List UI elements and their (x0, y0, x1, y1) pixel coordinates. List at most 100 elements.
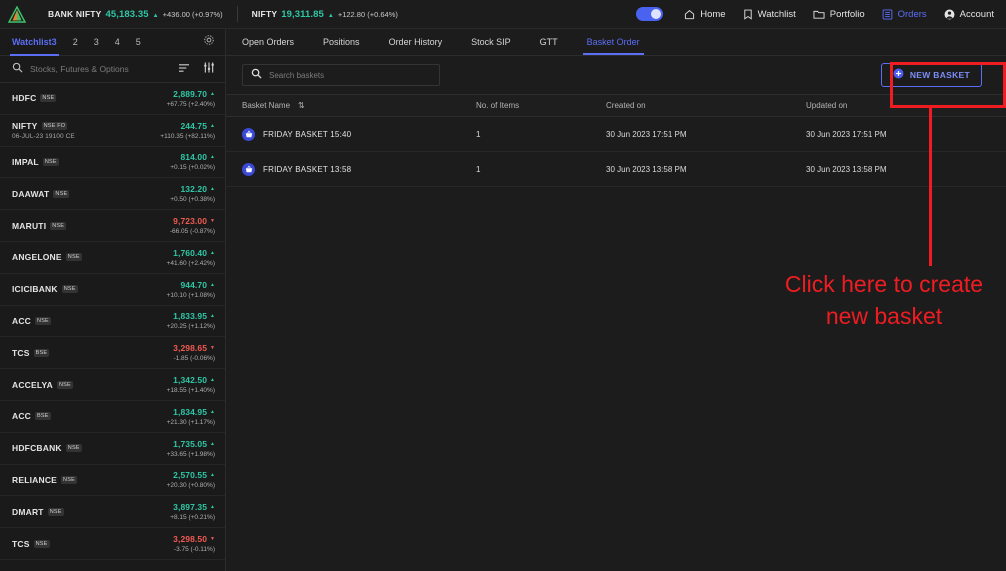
sliders-icon[interactable] (203, 60, 215, 78)
watchlist-item[interactable]: HDFC NSE 2,889.70 ▲ +67.75 (+2.40%) (0, 83, 225, 115)
watchlist-price-line: 1,833.95 ▲ (173, 311, 215, 321)
watchlist-symbol-line: DAAWAT NSE (12, 189, 70, 199)
nav-item-orders[interactable]: Orders (882, 9, 927, 20)
watchlist-item[interactable]: NIFTY NSE FO 06-JUL-23 19100 CE 244.75 ▲ +110… (0, 115, 225, 147)
watchlist-tab-bar: Watchlist3 2 3 4 5 (0, 29, 225, 56)
watchlist-price: 132.20 (180, 184, 208, 195)
watchlist-exchange-badge: NSE (65, 253, 82, 262)
tab-basket-order[interactable]: Basket Order (582, 29, 644, 55)
watchlist-item-price-block: 3,897.35 ▲ +8.15 (+0.21%) (170, 502, 215, 521)
tab-order-history[interactable]: Order History (389, 29, 443, 55)
watchlist-item[interactable]: IMPAL NSE 814.00 ▲ +0.15 (+0.02%) (0, 147, 225, 179)
watchlist-change: -3.75 (-0.11%) (173, 546, 215, 554)
watchlist-item-price-block: 1,735.05 ▲ +33.65 (+1.98%) (167, 439, 215, 458)
orders-list-icon (882, 8, 893, 20)
nav-item-watchlist[interactable]: Watchlist (743, 9, 796, 20)
watchlist-change: +8.15 (+0.21%) (170, 514, 215, 522)
orders-tab-bar: Open Orders Positions Order History Stoc… (226, 29, 1006, 56)
watchlist-price-line: 132.20 ▲ (180, 184, 215, 194)
watchlist-tab-3[interactable]: 3 (94, 29, 99, 56)
watchlist-item[interactable]: ACC NSE 1,833.95 ▲ +20.25 (+1.12%) (0, 306, 225, 338)
price-up-arrow-icon: ▲ (210, 249, 215, 256)
watchlist-price-line: 3,298.50 ▼ (173, 534, 215, 544)
basket-search-box[interactable]: Search baskets (242, 64, 440, 86)
nav-item-portfolio[interactable]: Portfolio (813, 9, 865, 20)
watchlist-item[interactable]: ACCELYA NSE 1,342.50 ▲ +18.55 (+1.40%) (0, 369, 225, 401)
nav-item-account[interactable]: Account (944, 9, 994, 20)
nav-item-home[interactable]: Home (684, 9, 726, 20)
watchlist-price-line: 1,735.05 ▲ (173, 439, 215, 449)
watchlist-exchange-badge: NSE (47, 507, 64, 516)
watchlist-exchange-badge: NSE (61, 285, 78, 294)
watchlist-symbol-line: HDFC NSE (12, 93, 57, 104)
watchlist-item-price-block: 132.20 ▲ +0.50 (+0.38%) (170, 184, 215, 203)
watchlist-change: -66.05 (-0.87%) (169, 228, 215, 236)
watchlist-item[interactable]: TCS NSE 3,298.50 ▼ -3.75 (-0.11%) (0, 528, 225, 560)
plus-circle-icon (893, 66, 904, 84)
sort-icon[interactable] (178, 60, 190, 78)
watchlist-item-price-block: 244.75 ▲ +110.35 (+82.11%) (160, 121, 215, 140)
price-up-arrow-icon: ▲ (210, 504, 215, 511)
watchlist-item[interactable]: TCS BSE 3,298.65 ▼ -1.85 (-0.06%) (0, 337, 225, 370)
tab-open-orders[interactable]: Open Orders (242, 29, 294, 55)
tab-positions[interactable]: Positions (323, 29, 360, 55)
watchlist-item[interactable]: ACC BSE 1,834.95 ▲ +21.30 (+1.17%) (0, 401, 225, 433)
folder-icon (813, 9, 825, 20)
watchlist-change: +0.50 (+0.38%) (170, 196, 215, 204)
watchlist-tab-2[interactable]: 2 (73, 29, 78, 56)
watchlist-price: 1,342.50 (173, 375, 208, 386)
watchlist-item[interactable]: DMART NSE 3,897.35 ▲ +8.15 (+0.21%) (0, 496, 225, 529)
watchlist-tab-4[interactable]: 4 (115, 29, 120, 56)
watchlist-exchange-badge: NSE (61, 475, 77, 484)
watchlist-tab-5[interactable]: 5 (136, 29, 141, 56)
watchlist-symbol: DMART (12, 506, 44, 517)
watchlist-price-line: 1,760.40 ▲ (173, 248, 215, 258)
price-up-arrow-icon: ▲ (210, 377, 215, 384)
watchlist-symbol: HDFC (12, 93, 37, 104)
watchlist-item[interactable]: ANGELONE NSE 1,760.40 ▲ +41.60 (+2.42%) (0, 242, 225, 274)
watchlist-change: +18.55 (+1.40%) (166, 387, 215, 395)
tab-gtt[interactable]: GTT (540, 29, 558, 55)
watchlist-item[interactable]: HDFCBANK NSE 1,735.05 ▲ +33.65 (+1.98%) (0, 433, 225, 465)
bookmark-icon (743, 9, 753, 20)
watchlist-symbol-line: TCS NSE (12, 539, 50, 549)
watchlist-price: 3,298.50 (173, 534, 208, 545)
watchlist-change: -1.85 (-0.06%) (173, 355, 215, 363)
body-container: Watchlist3 2 3 4 5 Stocks, Futures & Opt… (0, 29, 1006, 571)
watchlist-item[interactable]: ICICIBANK NSE 944.70 ▲ +10.10 (+1.08%) (0, 274, 225, 306)
watchlist-tab-1[interactable]: Watchlist3 (10, 29, 59, 56)
table-row[interactable]: FRIDAY BASKET 15:40 1 30 Jun 2023 17:51 PM… (226, 117, 1006, 152)
index-nifty[interactable]: NIFTY 19,311.85 ▲ +122.80 (+0.64%) (238, 9, 412, 20)
cell-no-of-items: 1 (476, 129, 481, 139)
watchlist-search-input[interactable]: Stocks, Futures & Options (30, 64, 171, 74)
watchlist-item-symbol-block: TCS BSE (12, 348, 50, 358)
watchlist-item-symbol-block: ACC NSE (12, 316, 51, 326)
cell-created-on: 30 Jun 2023 13:58 PM (606, 164, 687, 174)
watchlist-item[interactable]: DAAWAT NSE 132.20 ▲ +0.50 (+0.38%) (0, 178, 225, 211)
watchlist-item-symbol-block: IMPAL NSE (12, 157, 59, 167)
index-change: +436.00 (+0.97%) (162, 9, 223, 19)
watchlist-change: +10.10 (+1.08%) (166, 291, 215, 299)
watchlist-item[interactable]: RELIANCE NSE 2,570.55 ▲ +20.30 (+0.80%) (0, 465, 225, 497)
sort-toggle-icon[interactable]: ⇅ (298, 101, 305, 110)
theme-toggle[interactable] (636, 7, 664, 21)
table-row[interactable]: FRIDAY BASKET 13:58 1 30 Jun 2023 13:58 PM… (226, 152, 1006, 187)
basket-search-input[interactable]: Search baskets (269, 71, 324, 80)
watchlist-change: +67.75 (+2.40%) (166, 100, 215, 108)
main-panel: Open Orders Positions Order History Stoc… (226, 29, 1006, 571)
column-header-basket-name[interactable]: Basket Name ⇅ (226, 101, 476, 110)
watchlist-change: +20.30 (+0.80%) (166, 482, 215, 490)
price-down-arrow-icon: ▼ (210, 536, 215, 543)
index-banknifty[interactable]: BANK NIFTY 45,183.35 ▲ +436.00 (+0.97%) (34, 9, 237, 20)
watchlist-item[interactable]: MARUTI NSE 9,723.00 ▼ -66.05 (-0.87%) (0, 210, 225, 242)
watchlist-item-price-block: 1,342.50 ▲ +18.55 (+1.40%) (167, 375, 215, 394)
tab-stock-sip[interactable]: Stock SIP (471, 29, 511, 55)
new-basket-button[interactable]: NEW BASKET (880, 63, 982, 87)
gear-icon[interactable] (203, 33, 215, 51)
watchlist-price-line: 9,723.00 ▼ (173, 216, 215, 226)
cell-basket-name[interactable]: FRIDAY BASKET 13:58 (226, 162, 476, 176)
watchlist-search-bar[interactable]: Stocks, Futures & Options (0, 56, 225, 83)
watchlist-item-symbol-block: DMART NSE (12, 507, 64, 517)
cell-basket-name[interactable]: FRIDAY BASKET 15:40 (226, 127, 476, 141)
angel-triangle-logo-icon[interactable] (6, 4, 28, 24)
